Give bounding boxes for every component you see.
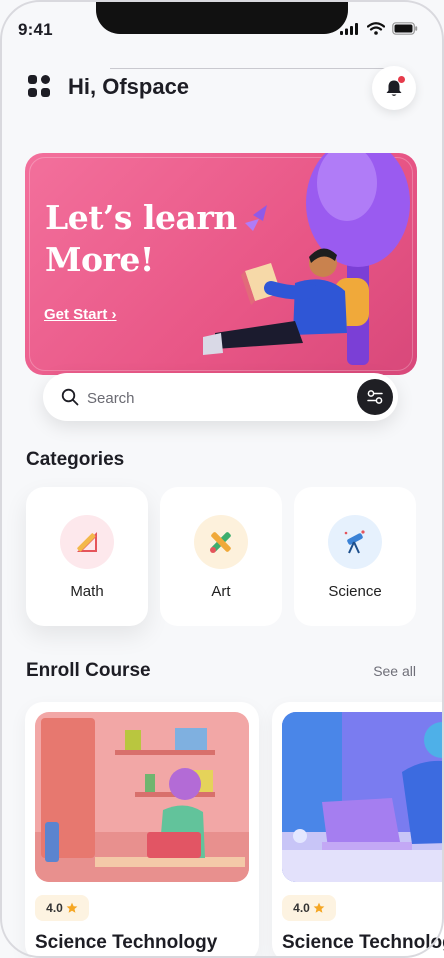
greeting-title: Hi, Ofspace [68, 74, 190, 99]
status-icons [340, 22, 418, 35]
category-label: Art [211, 583, 231, 600]
telescope-icon [344, 530, 365, 554]
category-card-science[interactable]: Science [294, 487, 416, 626]
course-card[interactable]: 4.0 Science Technology [25, 702, 259, 958]
phone-screen: 9:41 Hi, Ofspace Let’s learn More! Get S… [0, 0, 444, 958]
categories-heading: Categories [26, 449, 125, 470]
filter-icon [367, 390, 383, 404]
wifi-icon [367, 22, 385, 35]
notification-button[interactable] [372, 66, 416, 110]
ruler-triangle-icon [77, 532, 97, 552]
search-input[interactable] [85, 385, 339, 411]
course-thumbnail [282, 712, 444, 882]
course-title: Science Technology [35, 932, 218, 953]
course-thumbnail [35, 712, 249, 882]
filter-button[interactable] [357, 379, 393, 415]
app-header: Hi, Ofspace [28, 66, 416, 110]
see-all-link[interactable]: See all [373, 663, 416, 679]
category-badge [194, 515, 248, 569]
hero-banner[interactable]: Let’s learn More! Get Start › [25, 153, 417, 375]
rating-badge: 4.0 [35, 895, 89, 921]
rating-value: 4.0 [293, 901, 310, 915]
category-card-math[interactable]: Math [26, 487, 148, 626]
get-start-label: Get Start [44, 306, 108, 323]
category-badge [60, 515, 114, 569]
get-start-link[interactable]: Get Start › [44, 306, 117, 323]
student-reading-illustration [203, 153, 410, 365]
chevron-right-icon: › [111, 306, 117, 323]
search-icon [61, 388, 79, 406]
status-time: 9:41 [18, 20, 53, 39]
rating-badge: 4.0 [282, 895, 336, 921]
category-label: Science [328, 583, 382, 600]
star-icon [313, 902, 325, 913]
decorative-line [110, 68, 394, 69]
pencil-brush-icon [210, 532, 231, 553]
category-label: Math [70, 583, 104, 600]
battery-icon [392, 22, 418, 35]
enroll-course-heading: Enroll Course [26, 660, 151, 681]
category-badge [328, 515, 382, 569]
menu-grid-icon[interactable] [28, 75, 50, 97]
course-card[interactable]: 4.0 Science Technology [272, 702, 444, 958]
category-card-art[interactable]: Art [160, 487, 282, 626]
notification-dot [398, 76, 405, 83]
course-title: Science Technology [282, 932, 444, 953]
search-bar [43, 373, 398, 421]
star-icon [66, 902, 78, 913]
device-notch [96, 0, 348, 34]
rating-value: 4.0 [46, 901, 63, 915]
